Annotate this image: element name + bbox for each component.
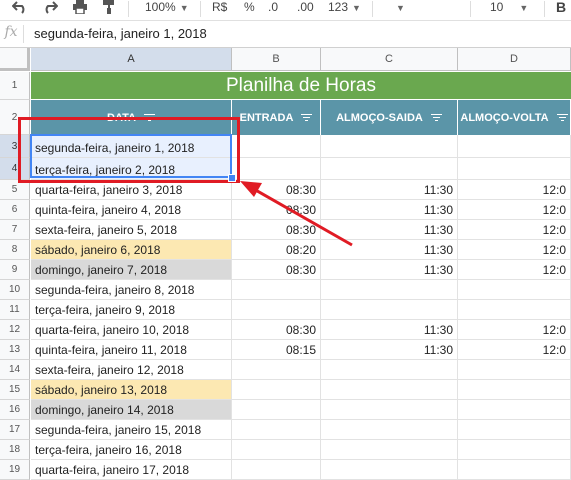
annotation-arrow (240, 181, 353, 247)
